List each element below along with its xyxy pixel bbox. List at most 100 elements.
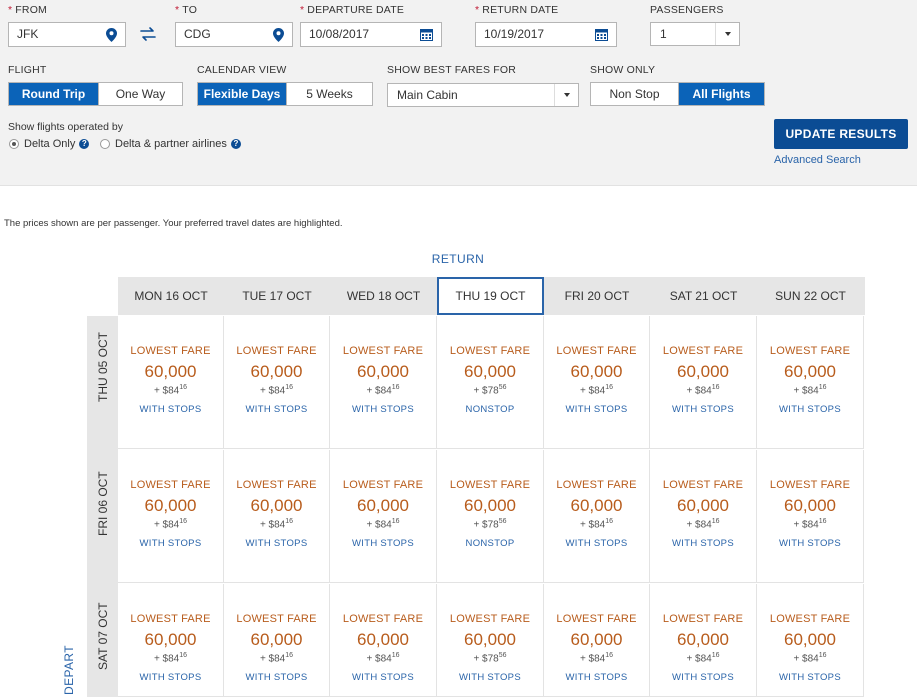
fare-miles: 60,000 xyxy=(570,630,623,649)
return-date-header[interactable]: FRI 20 OCT xyxy=(544,277,650,315)
passengers-select[interactable]: 1 xyxy=(650,22,740,46)
fare-cell[interactable]: LOWEST FARE 60,000 + $8416 WITH STOPS xyxy=(757,584,864,697)
fare-type-label: LOWEST FARE xyxy=(662,613,744,625)
calendar-view-toggle: Flexible Days 5 Weeks xyxy=(197,82,373,106)
fare-tax-prefix: + $ xyxy=(259,653,275,665)
fare-cell[interactable]: LOWEST FARE 60,000 + $8416 WITH STOPS xyxy=(757,450,864,583)
depart-date-header[interactable]: FRI 06 OCT xyxy=(87,450,118,584)
all-flights-button[interactable]: All Flights xyxy=(678,83,764,105)
fare-stops: WITH STOPS xyxy=(352,404,414,415)
fare-cell[interactable]: LOWEST FARE 60,000 + $8416 WITH STOPS xyxy=(118,316,224,449)
fare-cell[interactable]: LOWEST FARE 60,000 + $8416 WITH STOPS xyxy=(650,450,757,583)
fare-type-label: LOWEST FARE xyxy=(236,345,317,357)
fare-tax-dollars: 84 xyxy=(594,519,606,531)
passengers-label: PASSENGERS xyxy=(650,4,724,16)
fare-tax-dollars: 84 xyxy=(168,519,180,531)
fare-miles: 60,000 xyxy=(144,630,197,649)
fare-taxes: + $8416 xyxy=(330,652,436,664)
fare-cell[interactable]: LOWEST FARE 60,000 + $8416 WITH STOPS xyxy=(118,584,224,697)
depart-date-label: THU 05 OCT xyxy=(96,331,110,402)
fare-miles: 60,000 xyxy=(144,496,197,515)
fare-stops: WITH STOPS xyxy=(139,672,202,683)
fare-cell[interactable]: LOWEST FARE 60,000 + $8416 WITH STOPS xyxy=(224,316,330,449)
delta-only-radio[interactable] xyxy=(9,139,19,149)
fare-stops: WITH STOPS xyxy=(565,404,628,415)
fare-miles: 60,000 xyxy=(357,630,409,649)
non-stop-button[interactable]: Non Stop xyxy=(591,83,678,105)
fare-type-label: LOWEST FARE xyxy=(236,479,317,491)
fare-tax-prefix: + $ xyxy=(793,653,808,665)
depart-date-header[interactable]: SAT 07 OCT xyxy=(87,584,118,697)
cabin-select[interactable]: Main Cabin xyxy=(387,83,579,107)
delta-only-text: Delta Only xyxy=(24,138,76,150)
flexible-days-button[interactable]: Flexible Days xyxy=(198,83,286,105)
return-date-header[interactable]: MON 16 OCT xyxy=(118,277,224,315)
fare-type-label: LOWEST FARE xyxy=(556,613,637,625)
fare-tax-dollars: 78 xyxy=(487,519,499,531)
fare-tax-cents: 16 xyxy=(179,518,188,525)
fare-cell[interactable]: LOWEST FARE 60,000 + $8416 WITH STOPS xyxy=(118,450,224,583)
update-results-button[interactable]: UPDATE RESULTS xyxy=(774,119,908,149)
fare-cell[interactable]: LOWEST FARE 60,000 + $8416 WITH STOPS xyxy=(330,450,437,583)
fare-tax-cents: 16 xyxy=(285,518,294,525)
return-date-input[interactable]: 10/19/2017 xyxy=(475,22,617,47)
fare-taxes: + $8416 xyxy=(330,518,436,530)
fare-taxes: + $7856 xyxy=(437,384,543,396)
help-icon[interactable]: ? xyxy=(79,139,90,149)
fare-cell[interactable]: LOWEST FARE 60,000 + $7856 NONSTOP xyxy=(437,316,544,449)
fare-taxes: + $8416 xyxy=(224,384,329,396)
fare-cell[interactable]: LOWEST FARE 60,000 + $8416 WITH STOPS xyxy=(650,316,757,449)
depart-date-header[interactable]: THU 05 OCT xyxy=(87,316,118,450)
return-date-header[interactable]: TUE 17 OCT xyxy=(224,277,330,315)
calendar-icon[interactable] xyxy=(595,28,608,41)
fare-cell[interactable]: LOWEST FARE 60,000 + $8416 WITH STOPS xyxy=(650,584,757,697)
fare-tax-prefix: + $ xyxy=(473,385,488,397)
fare-cell[interactable]: LOWEST FARE 60,000 + $8416 WITH STOPS xyxy=(544,450,650,583)
return-date-header[interactable]: SUN 22 OCT xyxy=(757,277,864,315)
fare-stops: WITH STOPS xyxy=(139,404,202,415)
delta-only-option[interactable]: Delta Only ? xyxy=(9,138,90,150)
fare-taxes: + $8416 xyxy=(544,384,649,396)
fare-taxes: + $8416 xyxy=(650,384,756,396)
round-trip-button[interactable]: Round Trip xyxy=(9,83,98,105)
price-note: The prices shown are per passenger. Your… xyxy=(4,218,343,229)
calendar-icon[interactable] xyxy=(420,28,433,41)
fare-taxes: + $8416 xyxy=(757,384,863,396)
fare-cell[interactable]: LOWEST FARE 60,000 + $8416 WITH STOPS xyxy=(330,316,437,449)
fare-tax-cents: 56 xyxy=(498,518,507,525)
fare-cell[interactable]: LOWEST FARE 60,000 + $7856 NONSTOP xyxy=(437,450,544,583)
return-date-header[interactable]: THU 19 OCT xyxy=(437,277,544,315)
fare-type-label: LOWEST FARE xyxy=(449,613,531,625)
one-way-button[interactable]: One Way xyxy=(98,83,182,105)
fare-cell[interactable]: LOWEST FARE 60,000 + $8416 WITH STOPS xyxy=(330,584,437,697)
fare-cell[interactable]: LOWEST FARE 60,000 + $8416 WITH STOPS xyxy=(544,584,650,697)
fare-tax-dollars: 84 xyxy=(807,653,819,665)
fare-tax-dollars: 84 xyxy=(168,385,180,397)
map-pin-icon xyxy=(106,28,117,42)
swap-arrows-icon[interactable] xyxy=(138,24,158,44)
advanced-search-link[interactable]: Advanced Search xyxy=(774,154,861,166)
help-icon[interactable]: ? xyxy=(230,139,241,149)
fare-taxes: + $8416 xyxy=(544,518,649,530)
fare-cell[interactable]: LOWEST FARE 60,000 + $7856 WITH STOPS xyxy=(437,584,544,697)
five-weeks-button[interactable]: 5 Weeks xyxy=(286,83,372,105)
return-date-header[interactable]: SAT 21 OCT xyxy=(650,277,757,315)
fare-cell[interactable]: LOWEST FARE 60,000 + $8416 WITH STOPS xyxy=(544,316,650,449)
partner-airlines-option[interactable]: Delta & partner airlines ? xyxy=(100,138,241,150)
from-input[interactable]: JFK xyxy=(8,22,126,47)
fare-taxes: + $8416 xyxy=(330,384,436,396)
fare-cell[interactable]: LOWEST FARE 60,000 + $8416 WITH STOPS xyxy=(757,316,864,449)
fare-tax-dollars: 84 xyxy=(274,519,286,531)
chevron-down-icon xyxy=(554,84,578,106)
departure-date-input[interactable]: 10/08/2017 xyxy=(300,22,442,47)
fare-tax-cents: 16 xyxy=(711,384,720,391)
partner-airlines-radio[interactable] xyxy=(100,139,110,149)
depart-date-label: SAT 07 OCT xyxy=(96,602,110,670)
fare-cell[interactable]: LOWEST FARE 60,000 + $8416 WITH STOPS xyxy=(224,584,330,697)
fare-stops: WITH STOPS xyxy=(245,538,308,549)
to-input[interactable]: CDG xyxy=(175,22,293,47)
fare-cell[interactable]: LOWEST FARE 60,000 + $8416 WITH STOPS xyxy=(224,450,330,583)
to-label: * TO xyxy=(175,4,198,16)
return-date-header[interactable]: WED 18 OCT xyxy=(330,277,437,315)
fare-tax-dollars: 84 xyxy=(700,653,712,665)
